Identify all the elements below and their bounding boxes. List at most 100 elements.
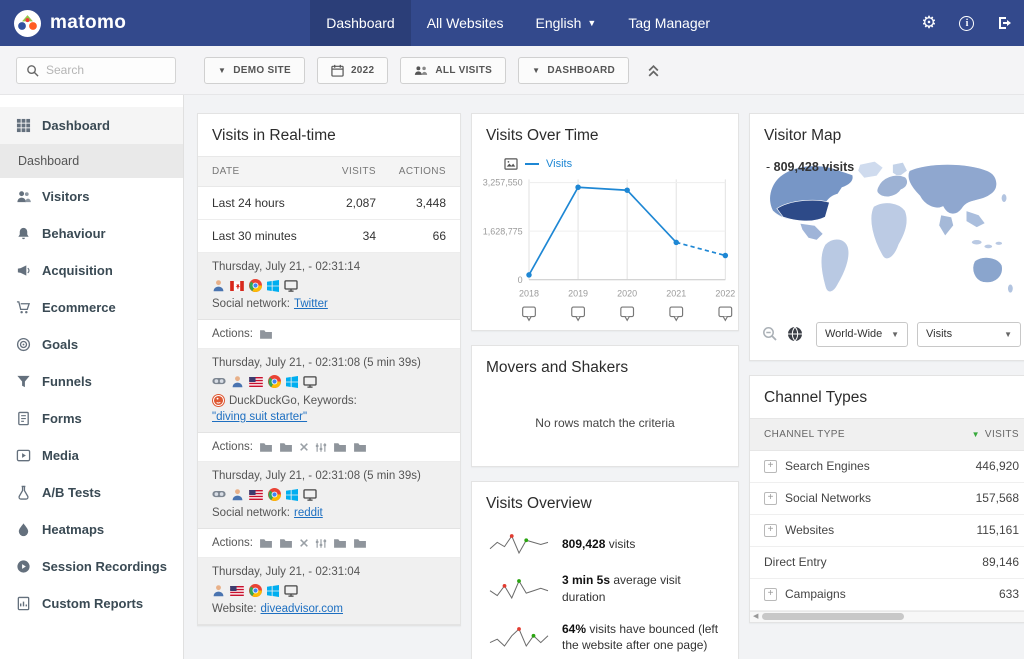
channel-type-row[interactable]: +Campaigns633: [750, 579, 1024, 611]
visit-icons: [212, 488, 446, 501]
signout-button[interactable]: [986, 0, 1024, 46]
channel-type-row[interactable]: +Search Engines446,920: [750, 451, 1024, 483]
visit-icons: [212, 279, 446, 292]
legend-label[interactable]: Visits: [546, 158, 572, 170]
settings-button[interactable]: ⚙: [910, 0, 948, 46]
channel-type-row[interactable]: +Websites115,161: [750, 515, 1024, 547]
overview-stat-row: 3 min 5s average visit duration: [472, 564, 738, 612]
search-input[interactable]: [46, 63, 166, 77]
annotation-icon[interactable]: [621, 307, 634, 320]
sidebar-subitem-dashboard[interactable]: Dashboard: [0, 144, 183, 178]
sidebar-item-heatmaps[interactable]: Heatmaps: [0, 511, 183, 548]
scrollbar-thumb[interactable]: [762, 613, 904, 620]
actions-label: Actions:: [212, 441, 253, 453]
topnav-item-label: All Websites: [427, 15, 504, 31]
referrer-link[interactable]: "diving suit starter": [212, 411, 307, 423]
referrer-link[interactable]: Twitter: [294, 298, 328, 310]
expand-icon[interactable]: +: [764, 492, 777, 505]
expand-icon[interactable]: +: [764, 524, 777, 537]
folder-icon[interactable]: [259, 442, 273, 453]
sidebar-item-forms[interactable]: Forms: [0, 400, 183, 437]
media-icon: [16, 448, 31, 463]
sidebar-item-a-b-tests[interactable]: A/B Tests: [0, 474, 183, 511]
annotation-icon[interactable]: [572, 307, 585, 320]
topnav-item-english[interactable]: English▼: [520, 0, 613, 46]
sidebar-item-media[interactable]: Media: [0, 437, 183, 474]
duckduckgo-icon: [212, 394, 225, 407]
sidebar-item-label: Session Recordings: [42, 559, 167, 574]
expand-icon[interactable]: +: [764, 460, 777, 473]
sidebar-item-session-recordings[interactable]: Session Recordings: [0, 548, 183, 585]
channel-type-name: Search Engines: [785, 459, 870, 473]
widget-visits-over-time: Visits Over Time Visits 3,257,5501,628,7…: [471, 113, 739, 331]
brand-name: matomo: [50, 12, 126, 34]
folder-icon[interactable]: [353, 442, 367, 453]
sidebar-item-visitors[interactable]: Visitors: [0, 178, 183, 215]
sparkline-chart[interactable]: [488, 532, 550, 556]
column-channel-type[interactable]: CHANNEL TYPE: [764, 429, 845, 440]
matomo-logo[interactable]: matomo: [14, 0, 126, 46]
referrer-link[interactable]: reddit: [294, 507, 323, 519]
sidebar-item-dashboard[interactable]: Dashboard: [0, 107, 183, 144]
main-content: Visits in Real-time DATEVISITSACTIONS La…: [184, 95, 1024, 659]
referrer-link[interactable]: diveadvisor.com: [261, 603, 343, 615]
folder-icon[interactable]: [259, 329, 273, 340]
dashboard-selector[interactable]: ▼DASHBOARD: [518, 57, 629, 84]
folder-icon[interactable]: [259, 538, 273, 549]
search-x-icon[interactable]: [299, 538, 309, 548]
export-image-icon[interactable]: [504, 158, 518, 170]
sidebar-item-ecommerce[interactable]: Ecommerce: [0, 289, 183, 326]
folder-icon[interactable]: [279, 442, 293, 453]
topnav-item-dashboard[interactable]: Dashboard: [310, 0, 411, 46]
sidebar-item-custom-reports[interactable]: Custom Reports: [0, 585, 183, 622]
annotation-icon[interactable]: [719, 307, 732, 320]
channel-type-row[interactable]: Direct Entry89,146: [750, 547, 1024, 579]
sparkline-chart[interactable]: [488, 577, 550, 601]
annotation-icon[interactable]: [523, 307, 536, 320]
sidebar-item-behaviour[interactable]: Behaviour: [0, 215, 183, 252]
sidebar-item-goals[interactable]: Goals: [0, 326, 183, 363]
widget-visits-realtime: Visits in Real-time DATEVISITSACTIONS La…: [197, 113, 461, 626]
annotation-icon[interactable]: [670, 307, 683, 320]
site-selector[interactable]: ▼DEMO SITE: [204, 57, 305, 84]
collapse-dashboard-icon[interactable]: [647, 64, 660, 77]
folder-icon[interactable]: [353, 538, 367, 549]
search-icon: [26, 64, 39, 77]
zoom-out-icon[interactable]: [762, 326, 778, 342]
folder-icon[interactable]: [333, 442, 347, 453]
topnav-item-all-websites[interactable]: All Websites: [411, 0, 520, 46]
column-visits[interactable]: ▼VISITS: [972, 429, 1019, 440]
equalizer-icon[interactable]: [315, 442, 327, 453]
sidebar-item-funnels[interactable]: Funnels: [0, 363, 183, 400]
topnav-item-label: Tag Manager: [628, 15, 710, 31]
chart-legend: Visits: [472, 156, 738, 172]
date-selector[interactable]: 2022: [317, 57, 388, 84]
equalizer-icon[interactable]: [315, 538, 327, 549]
sparkline-chart[interactable]: [488, 625, 550, 649]
summary-visits: 2,087: [306, 196, 376, 210]
world-map[interactable]: - 809,428 visits: [760, 156, 1023, 314]
help-button[interactable]: i: [948, 0, 986, 46]
folder-icon[interactable]: [279, 538, 293, 549]
visit-datetime: Thursday, July 21, - 02:31:08 (5 min 39s…: [212, 470, 446, 482]
search-x-icon[interactable]: [299, 442, 309, 452]
scroll-left-icon[interactable]: ◀: [753, 613, 758, 620]
visits-over-time-chart[interactable]: 3,257,5501,628,775020182019202020212022: [472, 172, 738, 330]
globe-icon[interactable]: [787, 326, 803, 342]
expand-icon[interactable]: +: [764, 588, 777, 601]
metric-select[interactable]: Visits▼: [917, 322, 1021, 347]
segment-selector[interactable]: ALL VISITS: [400, 57, 506, 84]
channel-type-visits: 157,568: [976, 491, 1019, 505]
sidebar-item-label: A/B Tests: [42, 485, 101, 500]
horizontal-scrollbar[interactable]: ◀ ▶: [750, 611, 1024, 622]
monitor-icon: [303, 376, 317, 388]
topnav-item-tag-manager[interactable]: Tag Manager: [612, 0, 726, 46]
svg-text:2022: 2022: [715, 289, 735, 299]
region-select[interactable]: World-Wide▼: [816, 322, 908, 347]
sidebar-item-acquisition[interactable]: Acquisition: [0, 252, 183, 289]
sidebar-item-label: Ecommerce: [42, 300, 116, 315]
behaviour-icon: [16, 226, 31, 241]
search-box[interactable]: [16, 57, 176, 84]
channel-type-row[interactable]: +Social Networks157,568: [750, 483, 1024, 515]
folder-icon[interactable]: [333, 538, 347, 549]
